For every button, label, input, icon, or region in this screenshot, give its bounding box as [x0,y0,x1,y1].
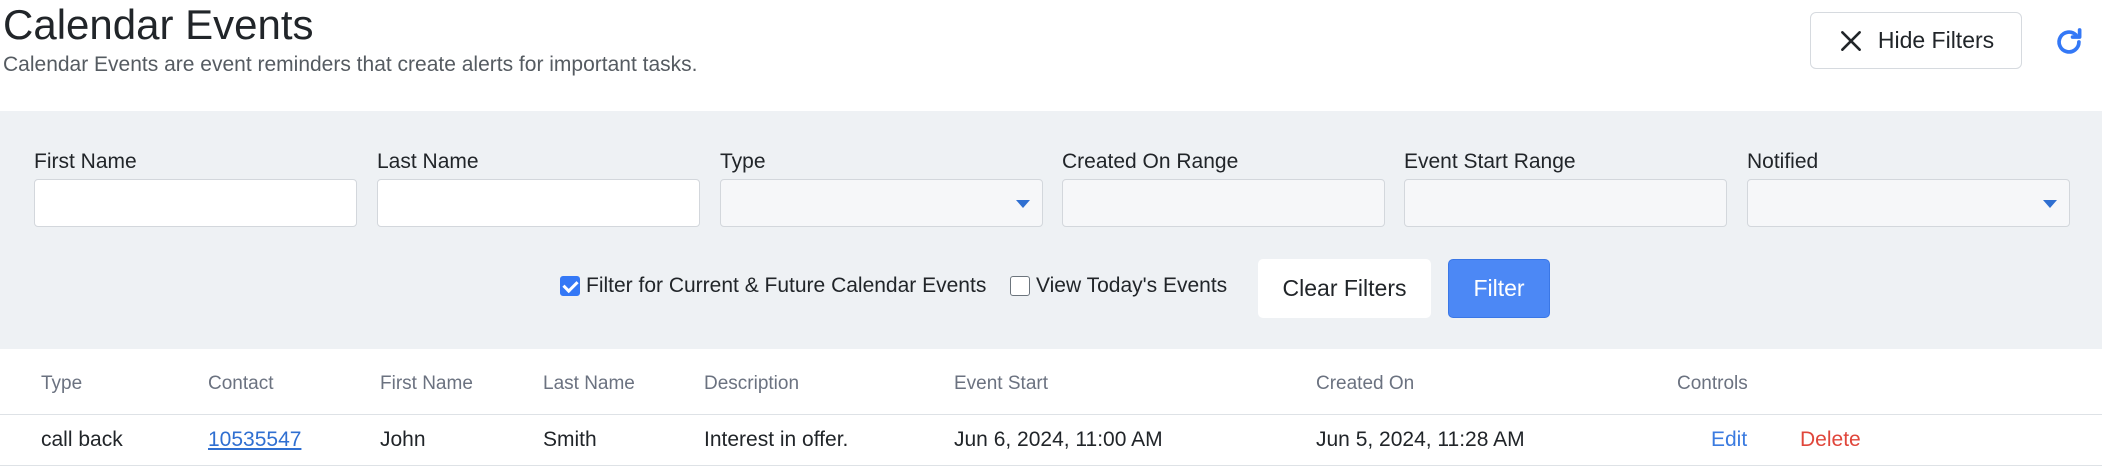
column-header-description: Description [704,373,800,394]
table-row: call back 10535547 John Smith Interest i… [0,416,2102,466]
close-icon [1840,30,1861,51]
delete-button[interactable]: Delete [1800,428,1861,452]
type-filter: Type [720,150,766,180]
cell-description: Interest in offer. [704,428,849,451]
filter-panel [0,111,2102,349]
created-on-range-input[interactable] [1062,179,1385,227]
caret-down-icon [1016,200,1030,208]
current-future-checkbox[interactable] [560,276,580,296]
edit-button[interactable]: Edit [1711,428,1747,452]
created-on-range-label: Created On Range [1062,150,1239,173]
today-events-checkbox[interactable] [1010,276,1030,296]
last-name-input[interactable] [377,179,700,227]
created-on-range-filter: Created On Range [1062,150,1238,180]
clear-filters-button[interactable]: Clear Filters [1258,259,1431,318]
page-subtitle: Calendar Events are event reminders that… [3,53,698,76]
column-header-last-name: Last Name [543,373,635,394]
event-start-range-input[interactable] [1404,179,1727,227]
cell-last-name: Smith [543,428,597,451]
hide-filters-button[interactable]: Hide Filters [1810,12,2022,69]
type-select[interactable] [720,179,1043,227]
notified-select[interactable] [1747,179,2070,227]
table-header: Type Contact First Name Last Name Descri… [0,352,2102,415]
event-start-range-filter: Event Start Range [1404,150,1576,180]
column-header-type: Type [41,373,83,394]
contact-link[interactable]: 10535547 [208,428,301,452]
notified-label: Notified [1747,150,1819,173]
notified-filter: Notified [1747,150,1818,180]
page-title: Calendar Events [3,1,314,48]
column-header-event-start: Event Start [954,373,1048,394]
refresh-icon[interactable] [2052,25,2086,59]
hide-filters-label: Hide Filters [1877,27,1995,53]
column-header-created-on: Created On [1316,373,1415,394]
cell-first-name: John [380,428,426,451]
last-name-filter: Last Name [377,150,479,180]
column-header-contact: Contact [208,373,274,394]
cell-type: call back [41,428,123,451]
today-events-label: View Today's Events [1036,274,1228,297]
first-name-input[interactable] [34,179,357,227]
last-name-label: Last Name [377,150,479,173]
cell-created-on: Jun 5, 2024, 11:28 AM [1316,428,1525,451]
first-name-filter: First Name [34,150,137,180]
today-events-filter[interactable]: View Today's Events [1010,274,1227,298]
first-name-label: First Name [34,150,137,173]
filter-button[interactable]: Filter [1448,259,1550,318]
type-label: Type [720,150,766,173]
column-header-controls: Controls [1677,373,1748,394]
caret-down-icon [2043,200,2057,208]
current-future-label: Filter for Current & Future Calendar Eve… [586,274,987,297]
current-future-filter[interactable]: Filter for Current & Future Calendar Eve… [560,274,986,298]
event-start-range-label: Event Start Range [1404,150,1576,173]
column-header-first-name: First Name [380,373,473,394]
cell-event-start: Jun 6, 2024, 11:00 AM [954,428,1163,451]
